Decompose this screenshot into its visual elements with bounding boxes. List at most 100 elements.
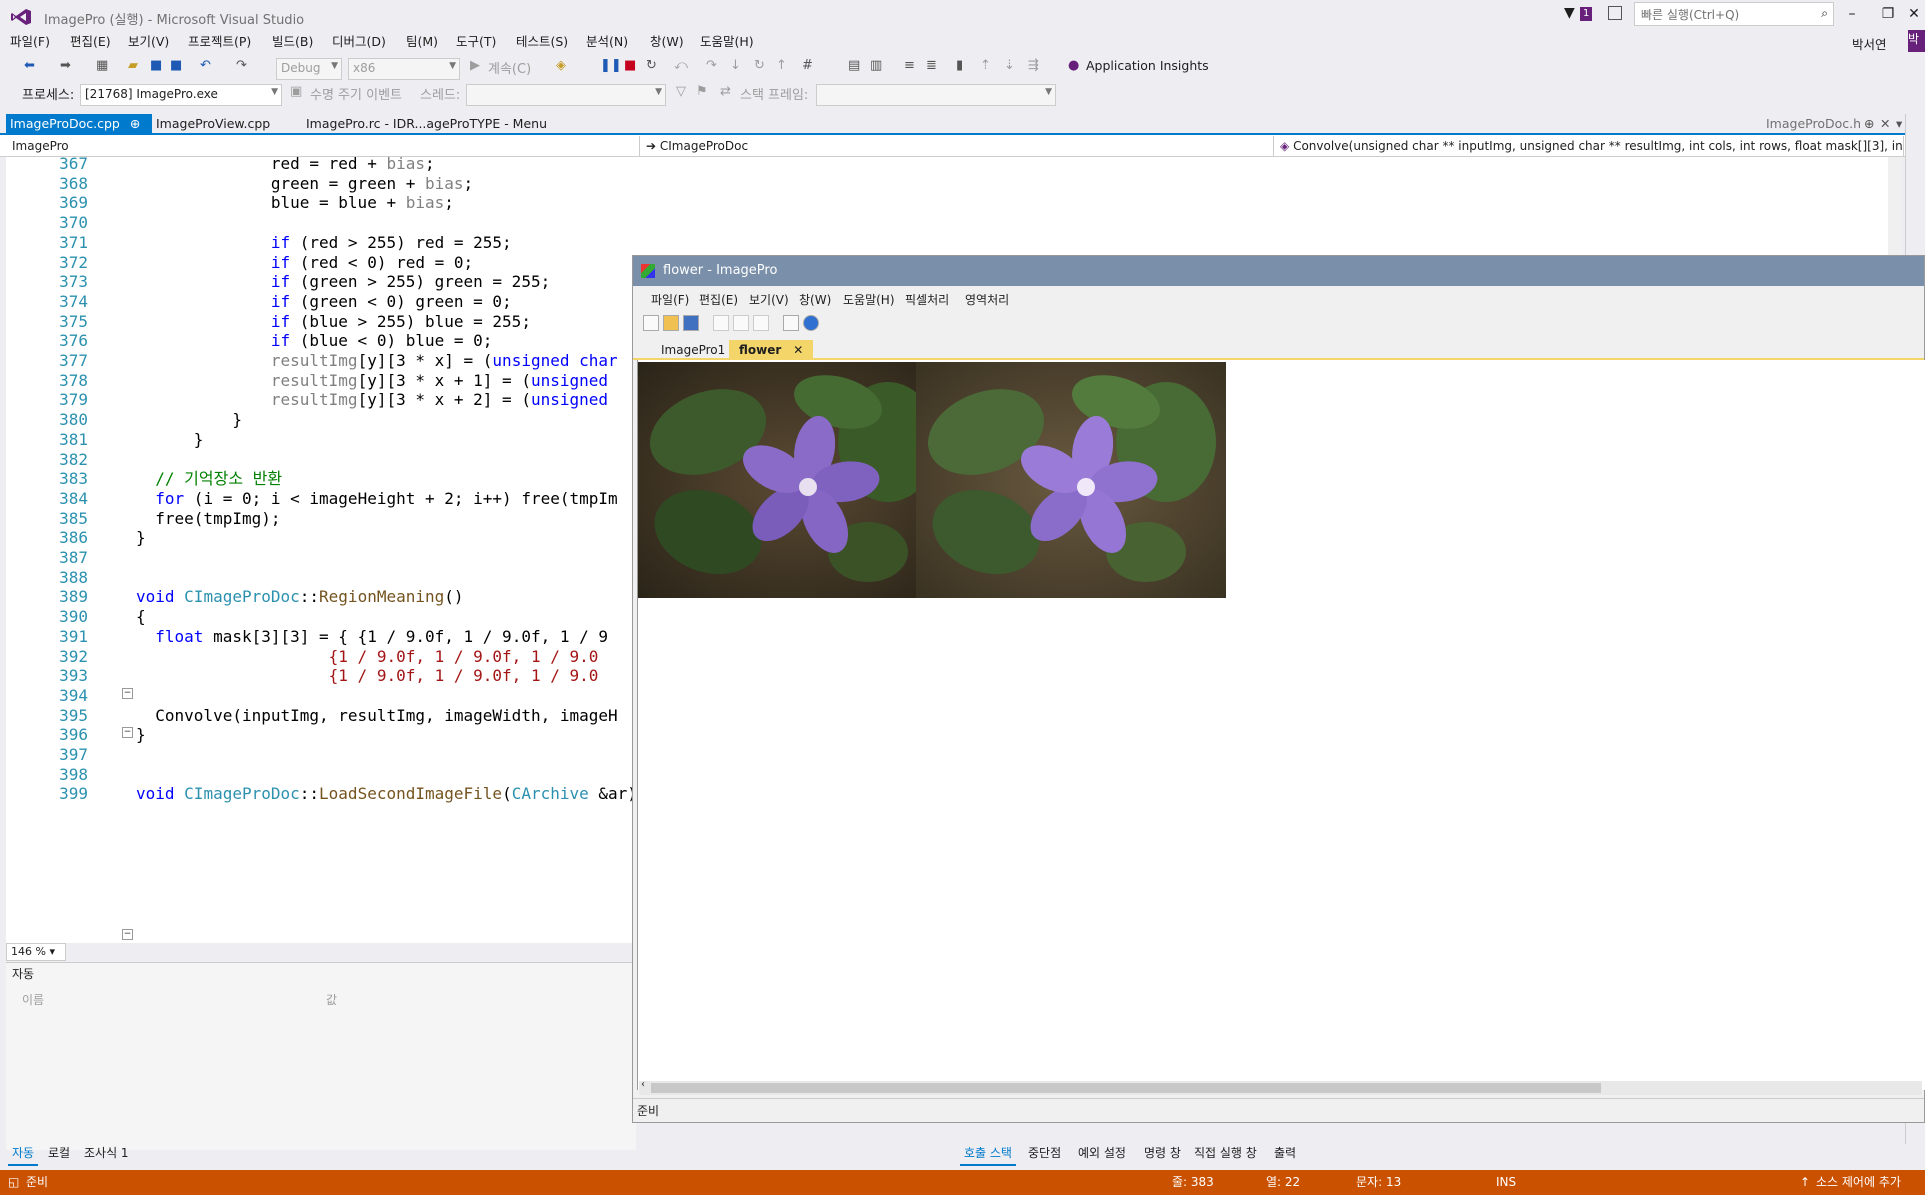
- restore-button[interactable]: ❐: [1874, 4, 1902, 24]
- name-column-header[interactable]: 이름: [22, 991, 44, 1008]
- app-menu-help[interactable]: 도움말(H): [843, 291, 895, 308]
- solution-config-select[interactable]: Debug ▼: [276, 58, 342, 80]
- result-image: [916, 362, 1226, 598]
- target-icon[interactable]: ◈: [556, 58, 566, 73]
- menu-build[interactable]: 빌드(B): [270, 34, 315, 50]
- menu-help[interactable]: 도움말(H): [698, 34, 756, 50]
- app-menu-window[interactable]: 창(W): [799, 291, 831, 308]
- menu-edit[interactable]: 편집(E): [68, 34, 113, 50]
- line-number: 392: [59, 646, 88, 666]
- canvas-horizontal-scrollbar[interactable]: ‹: [639, 1079, 1922, 1095]
- menu-debug[interactable]: 디버그(D): [330, 34, 388, 50]
- threads-icon[interactable]: ▤: [848, 58, 860, 73]
- collapse-icon[interactable]: −: [122, 688, 133, 699]
- bookmark-icon[interactable]: ▮: [956, 58, 963, 73]
- close-icon[interactable]: ✕: [793, 343, 803, 357]
- user-name[interactable]: 박서연: [1852, 34, 1887, 53]
- tab-imagepro1[interactable]: ImagePro1: [651, 340, 735, 360]
- redo-icon[interactable]: ↷: [236, 58, 247, 73]
- breakpoints-icon[interactable]: ▥: [870, 58, 882, 73]
- project-dropdown[interactable]: ImagePro: [8, 136, 640, 156]
- platform-select[interactable]: x86 ▼: [348, 58, 460, 80]
- app-menu-view[interactable]: 보기(V): [749, 291, 789, 308]
- tab-breakpoints[interactable]: 중단점: [1024, 1142, 1065, 1164]
- hex-display-icon[interactable]: #: [802, 58, 813, 73]
- undo-icon[interactable]: ↶: [200, 58, 211, 73]
- open-icon[interactable]: [663, 315, 679, 331]
- quick-launch-input[interactable]: 빠른 실행(Ctrl+Q) ⌕: [1634, 2, 1834, 26]
- new-project-icon[interactable]: ▦: [96, 58, 108, 73]
- code-line: if (green < 0) green = 0;: [270, 291, 512, 311]
- process-select[interactable]: [21768] ImagePro.exe ▼: [80, 84, 282, 106]
- image-canvas[interactable]: [637, 360, 1925, 1090]
- member-dropdown[interactable]: ◈ Convolve(unsigned char ** inputImg, un…: [1276, 136, 1904, 156]
- tab-locals[interactable]: 로컬: [44, 1142, 74, 1164]
- about-icon[interactable]: [803, 315, 819, 331]
- value-column-header[interactable]: 값: [326, 991, 337, 1008]
- show-next-statement-icon: ⤺: [674, 58, 688, 73]
- menu-window[interactable]: 창(W): [648, 34, 686, 50]
- app-menu-file[interactable]: 파일(F): [651, 291, 689, 308]
- tab-imageproview-cpp[interactable]: ImageProView.cpp: [152, 114, 274, 133]
- outdent-icon[interactable]: ≣: [926, 58, 937, 73]
- open-file-icon[interactable]: ▰: [128, 58, 138, 73]
- tab-watch-1[interactable]: 조사식 1: [80, 1142, 133, 1164]
- break-all-icon[interactable]: ❚❚: [600, 58, 622, 73]
- tab-immediate-window[interactable]: 직접 실행 창: [1190, 1142, 1261, 1164]
- minimize-button[interactable]: –: [1838, 4, 1866, 24]
- source-control-button[interactable]: 소스 제어에 추가: [1816, 1170, 1901, 1195]
- app-menu-pixel[interactable]: 픽셀처리: [905, 291, 949, 308]
- restart-icon[interactable]: ↻: [646, 58, 657, 73]
- application-insights-button[interactable]: Application Insights: [1086, 58, 1209, 73]
- class-dropdown[interactable]: ➔ CImageProDoc: [642, 136, 1274, 156]
- tab-imageprodoc-cpp[interactable]: ImageProDoc.cpp ⊕ ✕: [6, 114, 152, 150]
- tab-imagepro-rc-menu[interactable]: ImagePro.rc - IDR...ageProTYPE - Menu: [302, 114, 551, 133]
- notification-badge[interactable]: 1: [1580, 7, 1593, 21]
- menu-team[interactable]: 팀(M): [404, 34, 440, 50]
- next-bookmark-icon: ⇣: [1004, 58, 1015, 73]
- code-line: {: [136, 607, 146, 627]
- menu-view[interactable]: 보기(V): [126, 34, 171, 50]
- save-all-icon[interactable]: ■: [170, 58, 182, 73]
- menu-test[interactable]: 테스트(S): [514, 34, 570, 50]
- tab-imageprodoc-h[interactable]: ImageProDoc.h: [1762, 114, 1865, 133]
- tab-flower[interactable]: flower ✕: [729, 340, 814, 360]
- menu-project[interactable]: 프로젝트(P): [186, 34, 253, 50]
- zoom-select[interactable]: 146 % ▾: [6, 943, 66, 961]
- save-icon[interactable]: ■: [150, 58, 162, 73]
- code-line: resultImg[y][3 * x + 2] = (unsigned: [270, 390, 609, 410]
- close-button[interactable]: ✕: [1900, 4, 1925, 24]
- tab-output[interactable]: 출력: [1270, 1142, 1300, 1164]
- indent-icon[interactable]: ≡: [904, 58, 915, 73]
- tab-call-stack[interactable]: 호출 스택: [960, 1142, 1016, 1166]
- scrollbar-thumb[interactable]: [651, 1083, 1601, 1093]
- tab-autos[interactable]: 자동: [8, 1142, 39, 1166]
- print-icon[interactable]: [783, 315, 799, 331]
- pin-icon[interactable]: ⊕: [130, 116, 140, 131]
- user-avatar[interactable]: 박: [1908, 30, 1925, 52]
- stop-icon[interactable]: ■: [624, 58, 636, 73]
- status-col: 열: 22: [1266, 1175, 1301, 1189]
- menu-tools[interactable]: 도구(T): [454, 34, 498, 50]
- collapse-icon[interactable]: −: [122, 929, 133, 940]
- collapse-icon[interactable]: −: [122, 727, 133, 738]
- stack-frame-select: ▼: [816, 84, 1056, 106]
- platform-value: x86: [353, 61, 376, 75]
- app-title-bar: flower - ImagePro: [633, 256, 1924, 286]
- scroll-left-icon[interactable]: ‹: [641, 1079, 645, 1090]
- save-icon[interactable]: [683, 315, 699, 331]
- title-bar: ImagePro (실행) - Microsoft Visual Studio …: [0, 0, 1925, 34]
- forward-icon[interactable]: ➡: [60, 58, 71, 73]
- menu-analyze[interactable]: 분석(N): [584, 34, 630, 50]
- app-toolbar: [633, 312, 1924, 336]
- menu-file[interactable]: 파일(F): [8, 34, 52, 50]
- new-icon[interactable]: [643, 315, 659, 331]
- tab-exception-settings[interactable]: 예외 설정: [1074, 1142, 1130, 1164]
- feedback-icon[interactable]: [1608, 6, 1622, 20]
- notification-filter-icon[interactable]: ▼: [1564, 5, 1575, 21]
- back-icon[interactable]: ⬅: [24, 58, 35, 73]
- tab-command-window[interactable]: 명령 창: [1140, 1142, 1185, 1164]
- app-menu-edit[interactable]: 편집(E): [699, 291, 738, 308]
- solution-config-value: Debug: [281, 61, 321, 75]
- app-menu-region[interactable]: 영역처리: [965, 291, 1009, 308]
